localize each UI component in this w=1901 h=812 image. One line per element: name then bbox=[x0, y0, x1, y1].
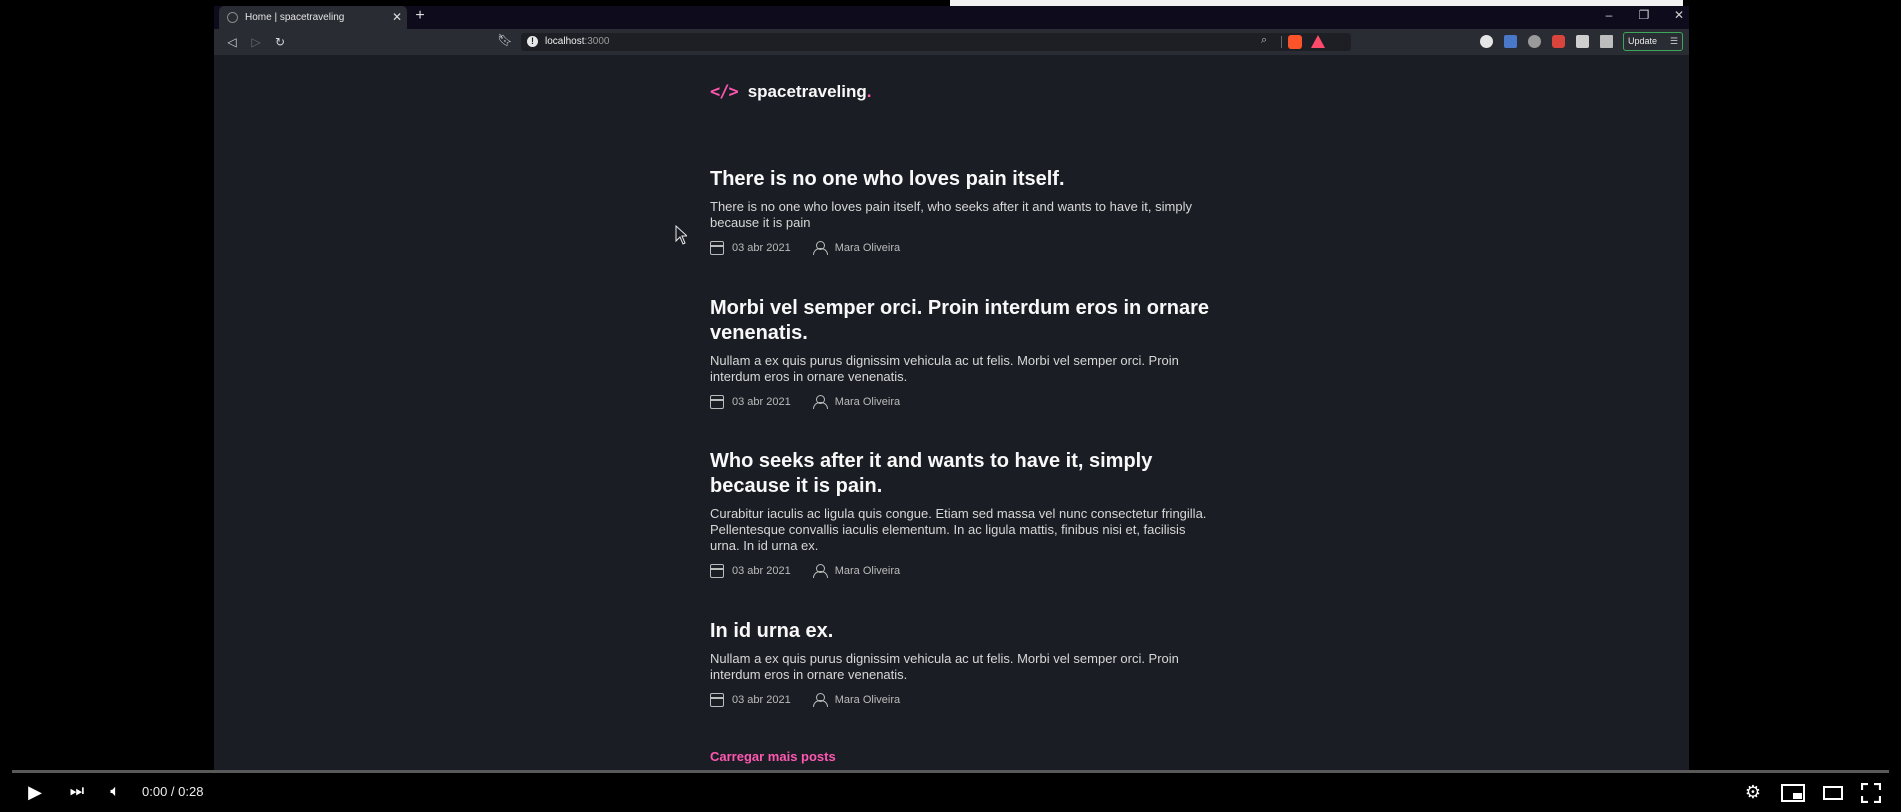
post-date: 03 abr 2021 bbox=[732, 694, 791, 706]
calendar-icon bbox=[710, 241, 724, 255]
page-content: </> spacetraveling . There is no one who… bbox=[214, 55, 1689, 770]
tab-bar: Home | spacetraveling ✕ + – ❐ ✕ bbox=[214, 6, 1689, 29]
user-icon bbox=[812, 564, 828, 578]
url-text: localhost:3000 bbox=[545, 36, 610, 47]
user-icon bbox=[812, 693, 828, 707]
fullscreen-icon[interactable] bbox=[1858, 779, 1884, 805]
logo-name: spacetraveling bbox=[747, 82, 867, 101]
site-logo[interactable]: </> spacetraveling . bbox=[710, 82, 872, 102]
brave-rewards-icon[interactable] bbox=[1311, 35, 1325, 48]
divider bbox=[1281, 36, 1282, 48]
minimize-button[interactable]: – bbox=[1599, 8, 1619, 22]
globe-icon bbox=[227, 12, 238, 23]
browser-window: Home | spacetraveling ✕ + – ❐ ✕ ◁ ▷ ↻ 🔖︎… bbox=[214, 6, 1689, 770]
load-more-link[interactable]: Carregar mais posts bbox=[710, 749, 836, 764]
post-meta: 03 abr 2021 Mara Oliveira bbox=[710, 395, 1210, 409]
post-subtitle: Nullam a ex quis purus dignissim vehicul… bbox=[710, 651, 1179, 682]
post-author: Mara Oliveira bbox=[834, 694, 901, 706]
post-subtitle: Nullam a ex quis purus dignissim vehicul… bbox=[710, 353, 1179, 384]
post-meta: 03 abr 2021 Mara Oliveira bbox=[710, 241, 1210, 255]
calendar-icon bbox=[710, 693, 724, 707]
info-icon[interactable]: ! bbox=[527, 36, 538, 47]
post-date: 03 abr 2021 bbox=[732, 242, 791, 254]
zoom-icon[interactable]: ⌕ bbox=[1261, 34, 1267, 47]
volume-icon[interactable]: 🔈︎ bbox=[102, 779, 128, 805]
theater-glyph bbox=[1823, 786, 1843, 801]
post-date: 03 abr 2021 bbox=[732, 565, 791, 577]
post-meta: 03 abr 2021 Mara Oliveira bbox=[710, 693, 1210, 707]
restore-button[interactable]: ❐ bbox=[1634, 8, 1654, 22]
user-icon bbox=[812, 241, 828, 255]
close-window-button[interactable]: ✕ bbox=[1669, 8, 1689, 22]
update-button[interactable]: Update ☰ bbox=[1623, 32, 1683, 51]
post-subtitle: Curabitur iaculis ac ligula quis congue.… bbox=[710, 506, 1207, 553]
forward-button[interactable]: ▷ bbox=[247, 33, 265, 51]
video-frame: Home | spacetraveling ✕ + – ❐ ✕ ◁ ▷ ↻ 🔖︎… bbox=[0, 0, 1901, 812]
user-icon bbox=[812, 395, 828, 409]
post-title[interactable]: There is no one who loves pain itself. bbox=[710, 167, 1210, 192]
calendar-icon bbox=[710, 564, 724, 578]
menu-icon[interactable]: ☰ bbox=[1670, 33, 1678, 50]
logo-dot: . bbox=[866, 82, 872, 101]
reading-list-icon[interactable] bbox=[1600, 35, 1613, 48]
brave-shields-icon[interactable] bbox=[1288, 35, 1302, 49]
back-button[interactable]: ◁ bbox=[223, 33, 241, 51]
tab-home[interactable]: Home | spacetraveling ✕ bbox=[219, 6, 407, 29]
next-icon[interactable]: ⏭ bbox=[64, 779, 90, 805]
post-author: Mara Oliveira bbox=[834, 396, 901, 408]
post-date: 03 abr 2021 bbox=[732, 396, 791, 408]
puzzle-icon[interactable] bbox=[1576, 35, 1589, 48]
post-item[interactable]: Morbi vel semper orci. Proin interdum er… bbox=[710, 296, 1210, 409]
tab-close-icon[interactable]: ✕ bbox=[392, 10, 402, 24]
post-subtitle: There is no one who loves pain itself, w… bbox=[710, 199, 1192, 230]
post-item[interactable]: There is no one who loves pain itself. T… bbox=[710, 167, 1210, 255]
post-title[interactable]: Morbi vel semper orci. Proin interdum er… bbox=[710, 296, 1210, 346]
new-tab-button[interactable]: + bbox=[410, 7, 430, 25]
code-icon: </> bbox=[710, 82, 739, 102]
fullscreen-glyph bbox=[1860, 783, 1882, 804]
post-meta: 03 abr 2021 Mara Oliveira bbox=[710, 564, 1210, 578]
post-item[interactable]: Who seeks after it and wants to have it,… bbox=[710, 449, 1210, 578]
post-title[interactable]: In id urna ex. bbox=[710, 619, 1210, 644]
play-icon[interactable]: ▶ bbox=[22, 779, 48, 805]
extension-icon[interactable] bbox=[1504, 35, 1517, 48]
extension-icon[interactable] bbox=[1480, 35, 1493, 48]
settings-icon[interactable]: ⚙ bbox=[1740, 779, 1766, 805]
address-bar[interactable]: ! localhost:3000 ⌕ bbox=[521, 33, 1351, 51]
mouse-cursor-icon bbox=[675, 225, 687, 245]
post-author: Mara Oliveira bbox=[834, 565, 901, 577]
post-item[interactable]: In id urna ex. Nullam a ex quis purus di… bbox=[710, 619, 1210, 707]
bookmark-icon[interactable]: 🔖︎ bbox=[497, 33, 513, 47]
reload-button[interactable]: ↻ bbox=[271, 33, 289, 51]
miniplayer-icon[interactable] bbox=[1780, 779, 1806, 805]
extension-icon[interactable] bbox=[1528, 35, 1541, 48]
video-progress-bar[interactable] bbox=[12, 770, 1889, 773]
post-title[interactable]: Who seeks after it and wants to have it,… bbox=[710, 449, 1210, 499]
miniplayer-glyph bbox=[1781, 784, 1805, 803]
extension-icon[interactable] bbox=[1552, 35, 1565, 48]
browser-toolbar: ◁ ▷ ↻ 🔖︎ ! localhost:3000 ⌕ Update ☰ bbox=[214, 29, 1689, 55]
calendar-icon bbox=[710, 395, 724, 409]
video-time: 0:00 / 0:28 bbox=[142, 784, 204, 799]
tab-title: Home | spacetraveling bbox=[245, 12, 345, 23]
post-author: Mara Oliveira bbox=[834, 242, 901, 254]
theater-mode-icon[interactable] bbox=[1820, 779, 1846, 805]
